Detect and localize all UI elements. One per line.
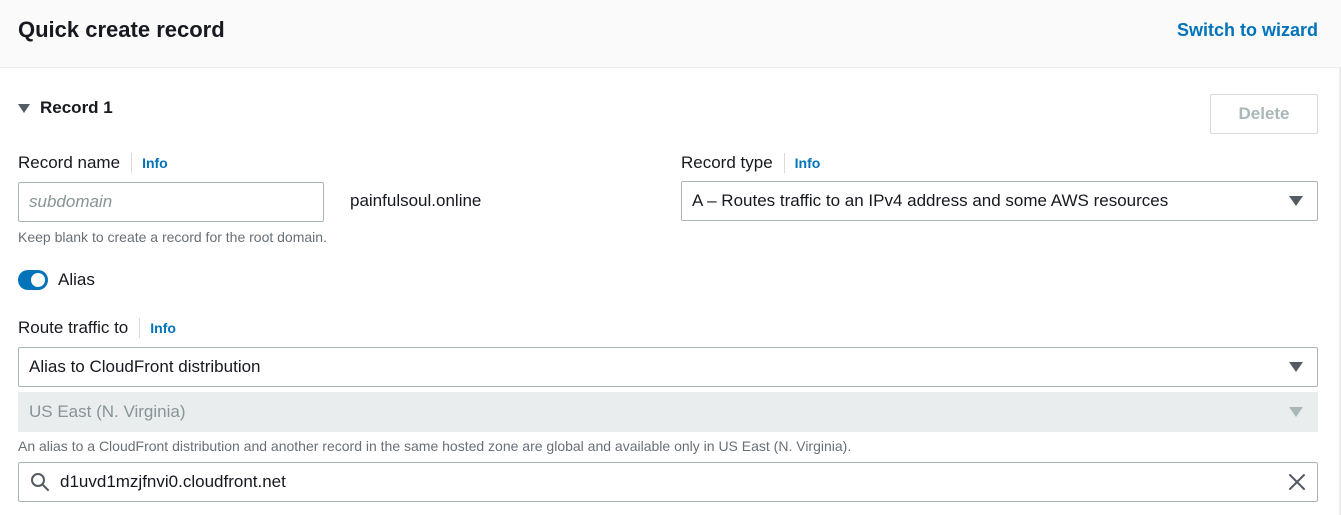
caret-down-icon	[1289, 362, 1303, 372]
distribution-search	[18, 462, 1318, 502]
record-type-value: A – Routes traffic to an IPv4 address an…	[692, 191, 1169, 210]
divider	[783, 153, 785, 173]
toggle-knob	[31, 273, 45, 287]
record-name-input[interactable]	[18, 182, 324, 222]
endpoint-value: Alias to CloudFront distribution	[29, 357, 261, 376]
alias-toggle[interactable]	[18, 270, 48, 290]
route-traffic-label-row: Route traffic to Info	[18, 317, 176, 339]
record-type-select[interactable]: A – Routes traffic to an IPv4 address an…	[681, 181, 1318, 221]
page-header: Quick create record Switch to wizard	[0, 0, 1341, 68]
section-title: Record 1	[40, 98, 113, 117]
record-type-label: Record type	[681, 153, 773, 172]
search-icon	[31, 473, 49, 491]
record-name-label: Record name	[18, 153, 121, 172]
record-name-label-row: Record name Info	[18, 152, 168, 174]
record-type-label-row: Record type Info	[681, 152, 820, 174]
record-name-info-link[interactable]: Info	[142, 155, 168, 171]
caret-down-icon	[1289, 196, 1303, 206]
divider	[139, 318, 141, 338]
divider	[131, 153, 133, 173]
page-title: Quick create record	[18, 17, 225, 42]
region-select: US East (N. Virginia)	[18, 392, 1318, 432]
switch-to-wizard-link[interactable]: Switch to wizard	[1177, 20, 1318, 41]
alias-label: Alias	[58, 270, 95, 289]
close-icon[interactable]	[1288, 473, 1306, 491]
route-traffic-label: Route traffic to	[18, 318, 129, 337]
record-section-toggle[interactable]: Record 1	[18, 97, 113, 119]
record-type-info-link[interactable]: Info	[795, 155, 821, 171]
record-name-hint: Keep blank to create a record for the ro…	[18, 229, 327, 245]
caret-down-icon	[18, 103, 30, 113]
endpoint-select[interactable]: Alias to CloudFront distribution	[18, 347, 1318, 387]
distribution-search-input[interactable]	[60, 472, 1288, 492]
route-traffic-info-link[interactable]: Info	[150, 320, 176, 336]
route-traffic-hint: An alias to a CloudFront distribution an…	[18, 438, 852, 454]
alias-toggle-row: Alias	[18, 270, 95, 290]
domain-suffix: painfulsoul.online	[350, 191, 482, 210]
caret-down-icon	[1289, 407, 1303, 417]
delete-button[interactable]: Delete	[1210, 94, 1318, 134]
region-value: US East (N. Virginia)	[29, 402, 186, 421]
